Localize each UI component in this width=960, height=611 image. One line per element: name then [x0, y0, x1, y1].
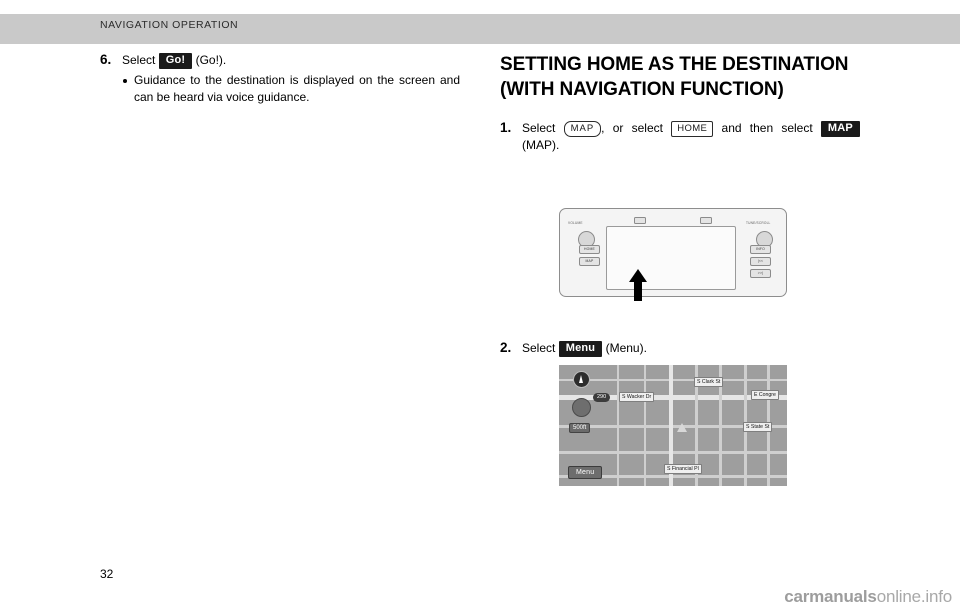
list-item: Guidance to the destination is displayed… [122, 72, 460, 106]
map-road [644, 365, 646, 486]
step-1-text-mid1: , or select [601, 121, 663, 135]
vehicle-marker-icon [677, 423, 687, 432]
step-2-text-before: Select [522, 341, 556, 355]
step-1-body: Select MAP, or select HOME and then sele… [522, 120, 860, 154]
compass-icon [573, 371, 590, 388]
step-1-text-before: Select [522, 121, 556, 135]
step-6-number: 6. [100, 52, 112, 67]
step-6-body: Select Go! (Go!). [122, 52, 460, 69]
street-label: S State St [743, 422, 773, 432]
info-button: INFO [750, 245, 771, 254]
step-6-text-before: Select [122, 53, 156, 67]
map-illustration: 500ft 290 S Clark St E Congre S Wacker D… [559, 365, 787, 486]
page-header-title: NAVIGATION OPERATION [100, 19, 239, 31]
right-column: SETTING HOME AS THE DESTINATION (WITH NA… [500, 52, 860, 158]
menu-key-graphic: Menu [558, 341, 603, 357]
map-menu-button[interactable]: Menu [568, 466, 603, 479]
step-2-body: Select Menu (Menu). [522, 340, 860, 357]
step-6: 6. Select Go! (Go!). Guidance to the des… [100, 52, 460, 106]
step-6-bullet-list: Guidance to the destination is displayed… [122, 72, 460, 106]
step-1-text-after: (MAP). [522, 138, 560, 152]
map-scale-label: 500ft [569, 423, 591, 433]
step-2-number: 2. [500, 340, 512, 355]
go-key-graphic: Go! [158, 53, 193, 69]
map-road [617, 365, 619, 486]
step-2-text-after: (Menu). [605, 341, 647, 355]
map-road [559, 379, 787, 381]
step-1-text-mid2: and then select [721, 121, 813, 135]
head-unit-body: VOLUME TUNE/SCROLL HOME MAP INFO |<< >>| [559, 208, 787, 297]
street-label: S Financial Pl [664, 464, 702, 474]
map-key-graphic: MAP [820, 121, 860, 137]
step-1: 1. Select MAP, or select HOME and then s… [500, 120, 860, 154]
section-title: SETTING HOME AS THE DESTINATION (WITH NA… [500, 54, 849, 100]
map-button-graphic: MAP [563, 121, 602, 137]
street-label: E Congre [751, 390, 779, 400]
seek-prev-button: |<< [750, 257, 771, 266]
top-button-left [634, 217, 646, 224]
highway-badge: 290 [593, 393, 611, 402]
map-button: MAP [579, 257, 600, 266]
tune-label: TUNE/SCROLL [746, 221, 771, 225]
watermark-prefix: carmanuals [784, 587, 877, 606]
head-unit-illustration: VOLUME TUNE/SCROLL HOME MAP INFO |<< >>| [559, 208, 787, 301]
step-2: 2. Select Menu (Menu). [500, 340, 860, 357]
street-label: S Wacker Dr [619, 392, 655, 402]
step-1-number: 1. [500, 120, 512, 135]
step-6-text-after: (Go!). [195, 53, 227, 67]
home-button-graphic: HOME [671, 121, 714, 137]
top-button-right [700, 217, 712, 224]
head-unit-screen [606, 226, 736, 290]
seek-next-button: >>| [750, 269, 771, 278]
right-column-step2: 2. Select Menu (Menu). [500, 340, 860, 361]
street-label: S Clark St [694, 377, 724, 387]
map-zoom-control[interactable] [572, 398, 591, 417]
map-road [559, 451, 787, 454]
left-column: 6. Select Go! (Go!). Guidance to the des… [100, 52, 460, 110]
watermark: carmanualsonline.info [784, 587, 952, 607]
home-button: HOME [579, 245, 600, 254]
page-number: 32 [100, 567, 114, 581]
watermark-suffix: online.info [876, 587, 953, 606]
volume-label: VOLUME [568, 221, 583, 225]
